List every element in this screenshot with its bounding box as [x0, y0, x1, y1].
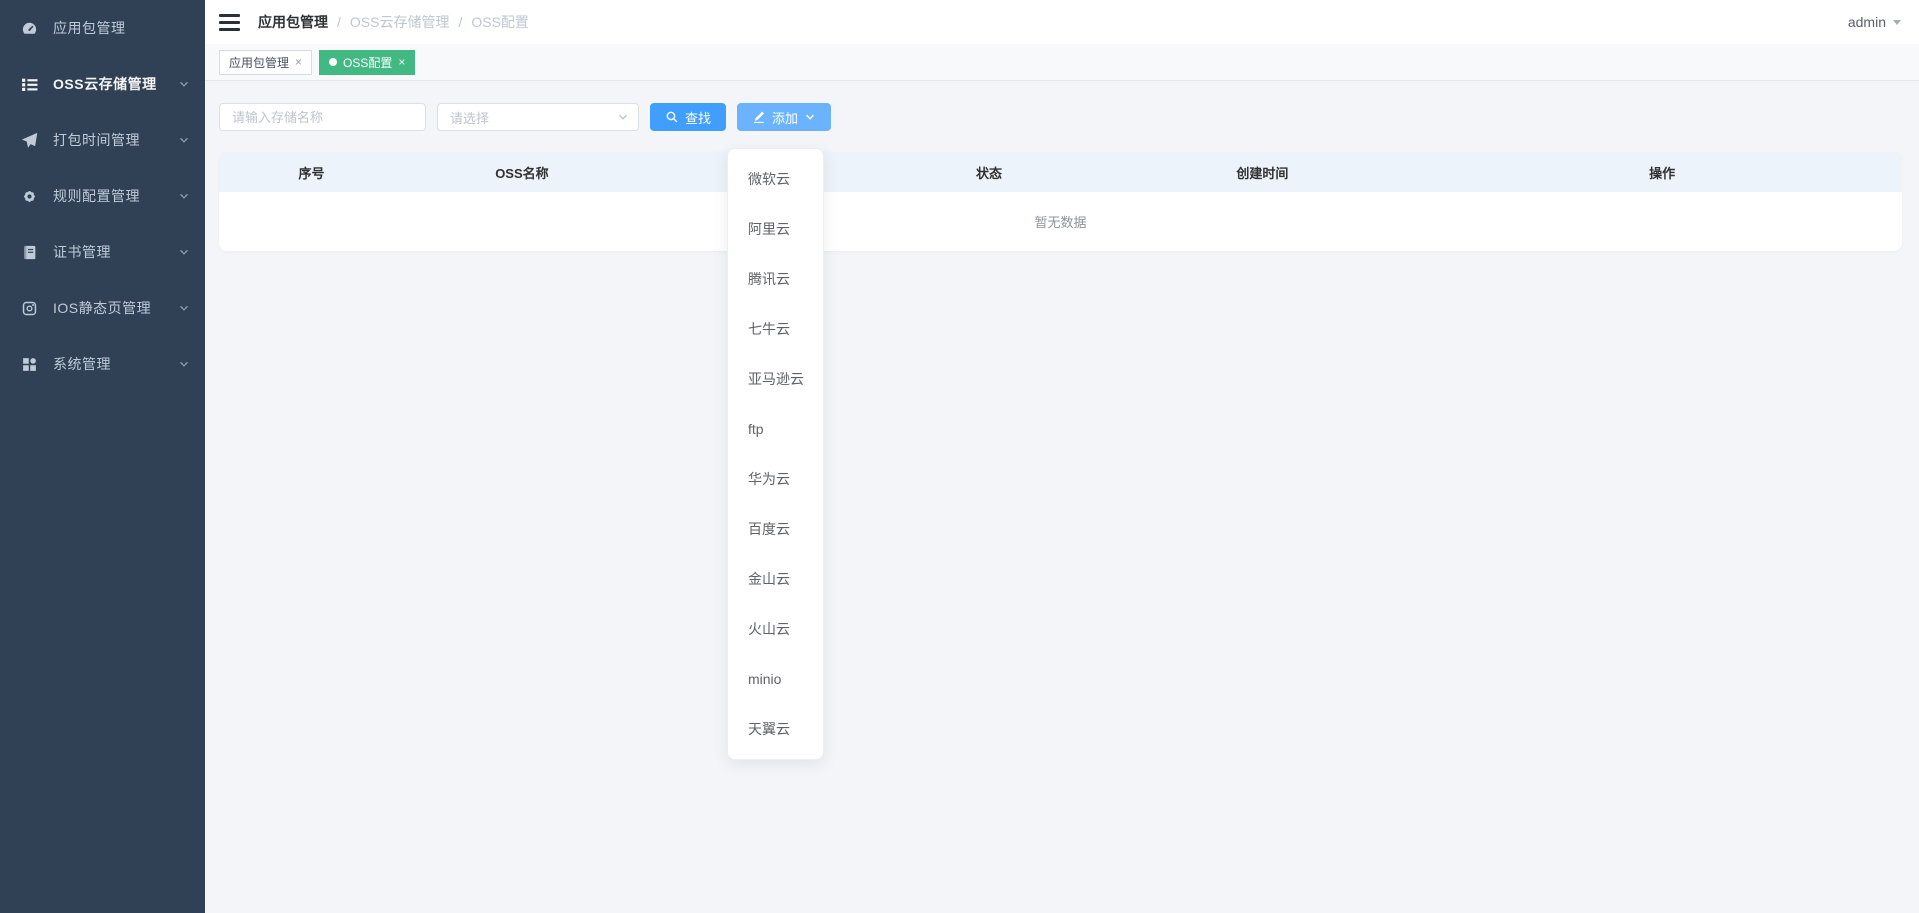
- dropdown-item-tianyi[interactable]: 天翼云: [728, 704, 823, 754]
- tab-oss-config[interactable]: OSS配置 ×: [319, 50, 415, 75]
- certificate-book-icon: [21, 244, 38, 261]
- chevron-down-icon: [177, 189, 191, 203]
- user-menu[interactable]: admin: [1848, 14, 1901, 30]
- tags-view-bar: 应用包管理 × OSS配置 ×: [205, 44, 1919, 81]
- chevron-down-icon: [177, 77, 191, 91]
- sidebar-item-app-package[interactable]: 应用包管理: [0, 0, 205, 56]
- chevron-down-icon: [804, 111, 816, 123]
- type-select[interactable]: 请选择: [437, 103, 639, 131]
- column-header-actions: 操作: [1422, 163, 1902, 182]
- dropdown-item-volcano[interactable]: 火山云: [728, 604, 823, 654]
- sidebar-item-label: 证书管理: [53, 242, 177, 262]
- sidebar-item-rule-config[interactable]: 规则配置管理: [0, 168, 205, 224]
- dropdown-item-kingsoft[interactable]: 金山云: [728, 554, 823, 604]
- filter-row: 请选择 查找 添加: [219, 103, 1902, 131]
- send-icon: [21, 132, 38, 149]
- column-header-oss-name: OSS名称: [404, 163, 640, 182]
- gear-icon: [21, 188, 38, 205]
- dropdown-item-minio[interactable]: minio: [728, 654, 823, 704]
- dropdown-item-ftp[interactable]: ftp: [728, 404, 823, 454]
- add-button-label: 添加: [772, 108, 798, 127]
- sidebar-item-certificate[interactable]: 证书管理: [0, 224, 205, 280]
- sidebar-item-label: 系统管理: [53, 354, 177, 374]
- grid-icon: [21, 356, 38, 373]
- username: admin: [1848, 14, 1886, 30]
- list-icon: [21, 76, 38, 93]
- dropdown-item-aliyun[interactable]: 阿里云: [728, 204, 823, 254]
- dashboard-icon: [21, 20, 38, 37]
- add-dropdown-menu: 微软云 阿里云 腾讯云 七牛云 亚马逊云 ftp 华为云 百度云 金山云 火山云…: [727, 148, 824, 760]
- table-header-row: 序号 OSS名称 状态 创建时间 操作: [219, 152, 1902, 192]
- storage-name-input[interactable]: [219, 103, 426, 131]
- sidebar-item-label: IOS静态页管理: [53, 298, 177, 318]
- photo-icon: [21, 300, 38, 317]
- sidebar-item-label: OSS云存储管理: [53, 74, 177, 94]
- column-header-index: 序号: [219, 163, 404, 182]
- sidebar: 应用包管理 OSS云存储管理 打包时间管理 规则配置管理: [0, 0, 205, 913]
- breadcrumb-separator: /: [458, 14, 462, 30]
- sidebar-item-label: 应用包管理: [53, 18, 191, 38]
- dropdown-item-qiniu[interactable]: 七牛云: [728, 304, 823, 354]
- close-icon[interactable]: ×: [295, 56, 302, 68]
- sidebar-item-label: 规则配置管理: [53, 186, 177, 206]
- caret-down-icon: [1893, 20, 1901, 25]
- column-header-created-time: 创建时间: [1103, 163, 1423, 182]
- active-dot: [329, 58, 337, 66]
- tab-label: OSS配置: [343, 54, 392, 71]
- breadcrumb: 应用包管理 / OSS云存储管理 / OSS配置: [258, 12, 529, 32]
- breadcrumb-item[interactable]: OSS云存储管理: [350, 12, 450, 32]
- dropdown-item-microsoft[interactable]: 微软云: [728, 154, 823, 204]
- breadcrumb-item: OSS配置: [471, 12, 529, 32]
- oss-table: 序号 OSS名称 状态 创建时间 操作 暂无数据: [219, 152, 1902, 251]
- close-icon[interactable]: ×: [398, 56, 405, 68]
- breadcrumb-separator: /: [337, 14, 341, 30]
- top-header: 应用包管理 / OSS云存储管理 / OSS配置 admin: [205, 0, 1919, 44]
- empty-text: 暂无数据: [1034, 212, 1086, 231]
- search-button-label: 查找: [685, 108, 711, 127]
- search-icon: [665, 110, 679, 124]
- sidebar-item-label: 打包时间管理: [53, 130, 177, 150]
- select-placeholder: 请选择: [450, 108, 616, 127]
- chevron-down-icon: [177, 245, 191, 259]
- dropdown-item-tencent[interactable]: 腾讯云: [728, 254, 823, 304]
- column-header-status: 状态: [875, 163, 1102, 182]
- edit-pen-icon: [752, 110, 766, 124]
- sidebar-item-system[interactable]: 系统管理: [0, 336, 205, 392]
- dropdown-item-amazon[interactable]: 亚马逊云: [728, 354, 823, 404]
- dropdown-item-huawei[interactable]: 华为云: [728, 454, 823, 504]
- sidebar-item-pack-time[interactable]: 打包时间管理: [0, 112, 205, 168]
- table-empty-row: 暂无数据: [219, 192, 1902, 251]
- sidebar-item-oss-storage[interactable]: OSS云存储管理: [0, 56, 205, 112]
- sidebar-item-ios-static-page[interactable]: IOS静态页管理: [0, 280, 205, 336]
- chevron-down-icon: [616, 110, 630, 124]
- tab-label: 应用包管理: [229, 54, 289, 71]
- hamburger-icon[interactable]: [219, 14, 240, 31]
- breadcrumb-item[interactable]: 应用包管理: [258, 12, 328, 32]
- add-dropdown-button[interactable]: 添加: [737, 103, 831, 131]
- chevron-down-icon: [177, 133, 191, 147]
- content-area: 请选择 查找 添加: [205, 81, 1919, 913]
- main-area: 应用包管理 / OSS云存储管理 / OSS配置 admin 应用包管理 × O…: [205, 0, 1919, 913]
- chevron-down-icon: [177, 357, 191, 371]
- chevron-down-icon: [177, 301, 191, 315]
- app-window: 应用包管理 OSS云存储管理 打包时间管理 规则配置管理: [0, 0, 1919, 913]
- tab-app-package[interactable]: 应用包管理 ×: [219, 50, 312, 75]
- search-button[interactable]: 查找: [650, 103, 726, 131]
- dropdown-item-baidu[interactable]: 百度云: [728, 504, 823, 554]
